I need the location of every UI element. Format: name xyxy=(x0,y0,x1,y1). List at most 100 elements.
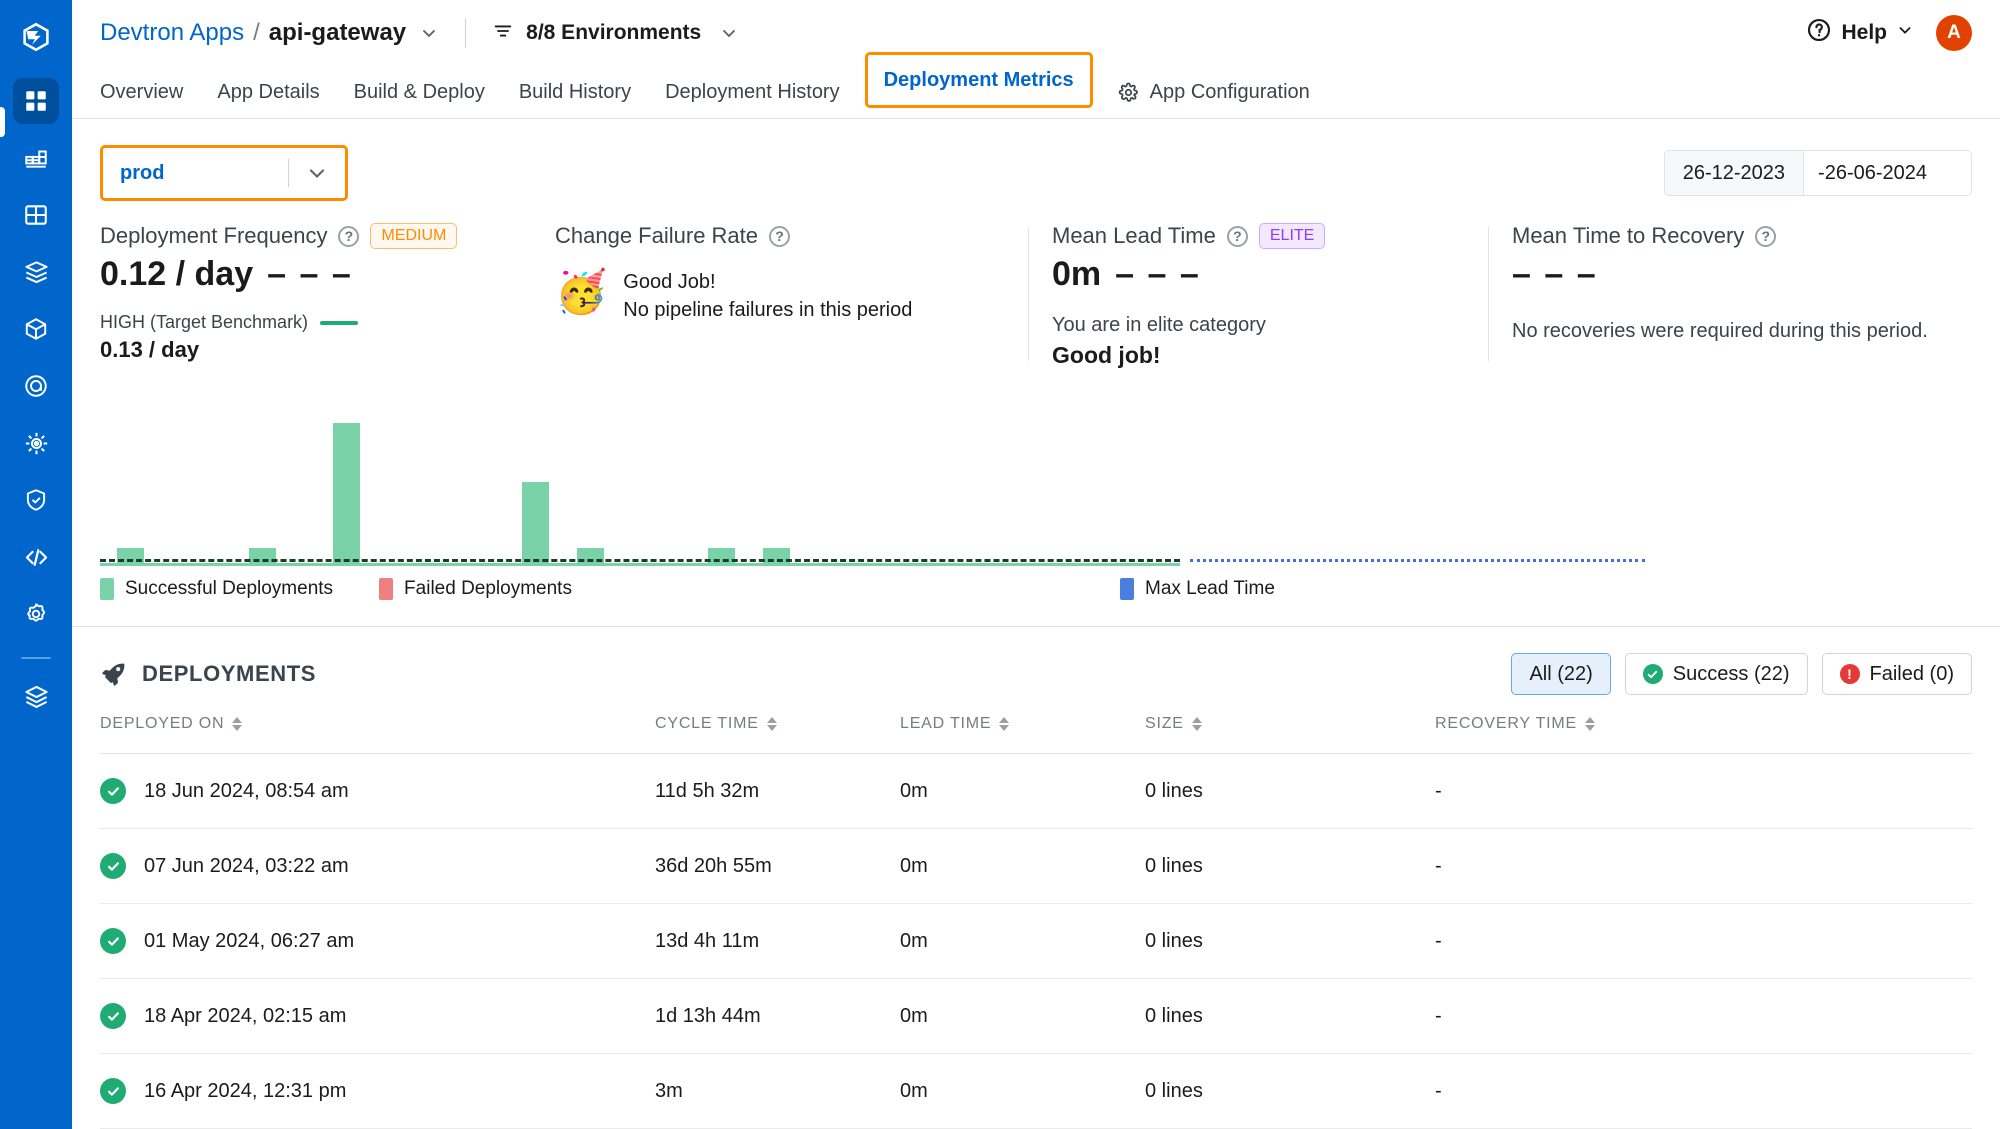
tab-app-configuration[interactable]: App Configuration xyxy=(1101,66,1327,118)
date-from[interactable]: 26-12-2023 xyxy=(1665,151,1803,195)
check-circle-icon xyxy=(1642,664,1663,684)
tab-deployment-metrics[interactable]: Deployment Metrics xyxy=(864,52,1093,108)
column-header-size[interactable]: SIZE xyxy=(1145,715,1435,754)
legend-swatch-blue xyxy=(1120,578,1134,601)
status-badge: ELITE xyxy=(1258,223,1326,249)
help-question-icon[interactable]: ? xyxy=(338,225,360,247)
column-label: RECOVERY TIME xyxy=(1435,715,1577,732)
party-face-icon: 🥳 xyxy=(555,268,608,315)
sort-icon[interactable] xyxy=(1191,717,1202,731)
filter-pill-failed[interactable]: ! Failed (0) xyxy=(1821,653,1972,695)
cell-lead-time: 0m xyxy=(900,828,1145,904)
table-row[interactable]: 07 Jun 2024, 03:22 am 36d 20h 55m 0m 0 line… xyxy=(100,828,1972,904)
app-chevron-down-icon[interactable] xyxy=(419,23,439,43)
chart-baseline xyxy=(100,563,1180,567)
card-deployment-frequency: Deployment Frequency ? MEDIUM 0.12 / day… xyxy=(100,223,555,369)
sidebar-item-resource-browser[interactable] xyxy=(13,192,59,238)
sidebar-item-targets[interactable] xyxy=(13,363,59,409)
cell-recovery-time: - xyxy=(1435,978,1972,1054)
deployed-on-value: 18 Jun 2024, 08:54 am xyxy=(144,779,349,802)
sort-icon[interactable] xyxy=(232,717,243,731)
cell-recovery-time: - xyxy=(1435,1053,1972,1129)
app-root: Devtron Apps / api-gateway 8/8 Environme… xyxy=(0,0,2000,1129)
table-row[interactable]: 18 Apr 2024, 02:15 am 1d 13h 44m 0m 0 lines… xyxy=(100,978,1972,1054)
status-check-icon xyxy=(100,928,126,954)
cell-deployed-on: 18 Jun 2024, 08:54 am xyxy=(100,753,655,829)
devtron-logo-icon[interactable] xyxy=(13,14,59,60)
sidebar-item-stacks[interactable] xyxy=(13,249,59,295)
legend-swatch-red xyxy=(379,578,394,601)
sidebar-item-code[interactable] xyxy=(13,534,59,580)
table-row[interactable]: 18 Jun 2024, 08:54 am 11d 5h 32m 0m 0 lines… xyxy=(100,753,1972,829)
change-failure-rate-title: Change Failure Rate xyxy=(555,223,759,248)
nav-tabs: Overview App Details Build & Deploy Buil… xyxy=(100,52,1972,118)
cell-size: 0 lines xyxy=(1145,1053,1435,1129)
card-mean-time-to-recovery: Mean Time to Recovery ? – – – No recover… xyxy=(1488,223,1972,369)
help-question-icon[interactable]: ? xyxy=(1226,225,1248,247)
left-sidebar xyxy=(0,0,72,1129)
table-row[interactable]: 01 May 2024, 06:27 am 13d 4h 11m 0m 0 lines… xyxy=(100,903,1972,979)
sidebar-item-clusters[interactable] xyxy=(13,420,59,466)
filter-pill-success[interactable]: Success (22) xyxy=(1624,653,1808,695)
column-header-cycle-time[interactable]: CYCLE TIME xyxy=(655,715,900,754)
tab-deployment-history[interactable]: Deployment History xyxy=(648,66,857,118)
help-button[interactable]: Help xyxy=(1806,17,1914,49)
sidebar-item-chart-store[interactable] xyxy=(13,135,59,181)
target-at-icon xyxy=(23,373,49,399)
chart-table-icon xyxy=(23,145,49,171)
legend-item-successful: Successful Deployments xyxy=(100,578,333,601)
cell-lead-time: 0m xyxy=(900,1053,1145,1129)
breadcrumb-current-app: api-gateway xyxy=(268,19,407,46)
cell-cycle-time: 36d 20h 55m xyxy=(655,828,900,904)
sidebar-item-security[interactable] xyxy=(13,477,59,523)
column-header-recovery-time[interactable]: RECOVERY TIME xyxy=(1435,715,1972,754)
filter-pill-success-label: Success (22) xyxy=(1672,662,1790,685)
column-label: LEAD TIME xyxy=(900,715,992,732)
sidebar-item-stack-manager[interactable] xyxy=(13,673,59,719)
environment-dropdown[interactable]: prod xyxy=(100,145,348,201)
header-actions: Help A xyxy=(1806,15,1972,51)
tab-build-history[interactable]: Build History xyxy=(502,66,648,118)
env-dropdown-chevron-down-icon[interactable] xyxy=(289,161,345,185)
chart-bar[interactable] xyxy=(333,423,360,565)
sidebar-item-global-config[interactable] xyxy=(13,591,59,637)
sidebar-divider xyxy=(21,657,51,659)
column-header-lead-time[interactable]: LEAD TIME xyxy=(900,715,1145,754)
breadcrumb-root-link[interactable]: Devtron Apps xyxy=(100,19,244,47)
sort-icon[interactable] xyxy=(766,717,777,731)
chart-bar[interactable] xyxy=(522,482,549,565)
deployment-frequency-trend: – – – xyxy=(267,255,353,293)
cell-lead-time: 0m xyxy=(900,753,1145,829)
legend-label: Max Lead Time xyxy=(1145,578,1275,600)
filter-pill-all[interactable]: All (22) xyxy=(1511,653,1611,695)
tab-app-details[interactable]: App Details xyxy=(200,66,336,118)
stack-layers-icon xyxy=(23,683,50,710)
cell-size: 0 lines xyxy=(1145,903,1435,979)
date-to[interactable]: -26-06-2024 xyxy=(1803,151,1971,195)
avatar[interactable]: A xyxy=(1936,15,1972,51)
sort-icon[interactable] xyxy=(1585,717,1595,731)
cell-lead-time: 0m xyxy=(900,903,1145,979)
table-row[interactable]: 16 Apr 2024, 12:31 pm 3m 0m 0 lines - xyxy=(100,1053,1972,1129)
sort-icon[interactable] xyxy=(999,717,1010,731)
tab-build-deploy[interactable]: Build & Deploy xyxy=(337,66,502,118)
mean-lead-time-subline: You are in elite category xyxy=(1052,314,1266,336)
window-grid-icon xyxy=(23,202,49,228)
help-question-icon[interactable]: ? xyxy=(1755,225,1777,247)
date-range-picker[interactable]: 26-12-2023 -26-06-2024 xyxy=(1663,150,1972,196)
column-header-deployed-on[interactable]: DEPLOYED ON xyxy=(100,715,655,754)
help-question-icon[interactable]: ? xyxy=(769,225,791,247)
environment-selector[interactable]: 8/8 Environments xyxy=(492,20,739,47)
sidebar-item-applications[interactable] xyxy=(13,78,59,124)
gear-icon xyxy=(1118,82,1139,103)
mean-time-to-recovery-value: – – – xyxy=(1512,255,1598,293)
column-label: CYCLE TIME xyxy=(655,715,759,732)
environments-chevron-down-icon[interactable] xyxy=(719,23,739,43)
tab-overview[interactable]: Overview xyxy=(100,66,200,118)
deployment-chart xyxy=(100,397,1972,568)
sidebar-item-cube[interactable] xyxy=(13,306,59,352)
deployment-frequency-value-row: 0.12 / day – – – xyxy=(100,255,531,294)
environment-dropdown-value: prod xyxy=(120,161,165,184)
deployments-title: DEPLOYMENTS xyxy=(142,661,317,686)
cell-lead-time: 0m xyxy=(900,978,1145,1054)
